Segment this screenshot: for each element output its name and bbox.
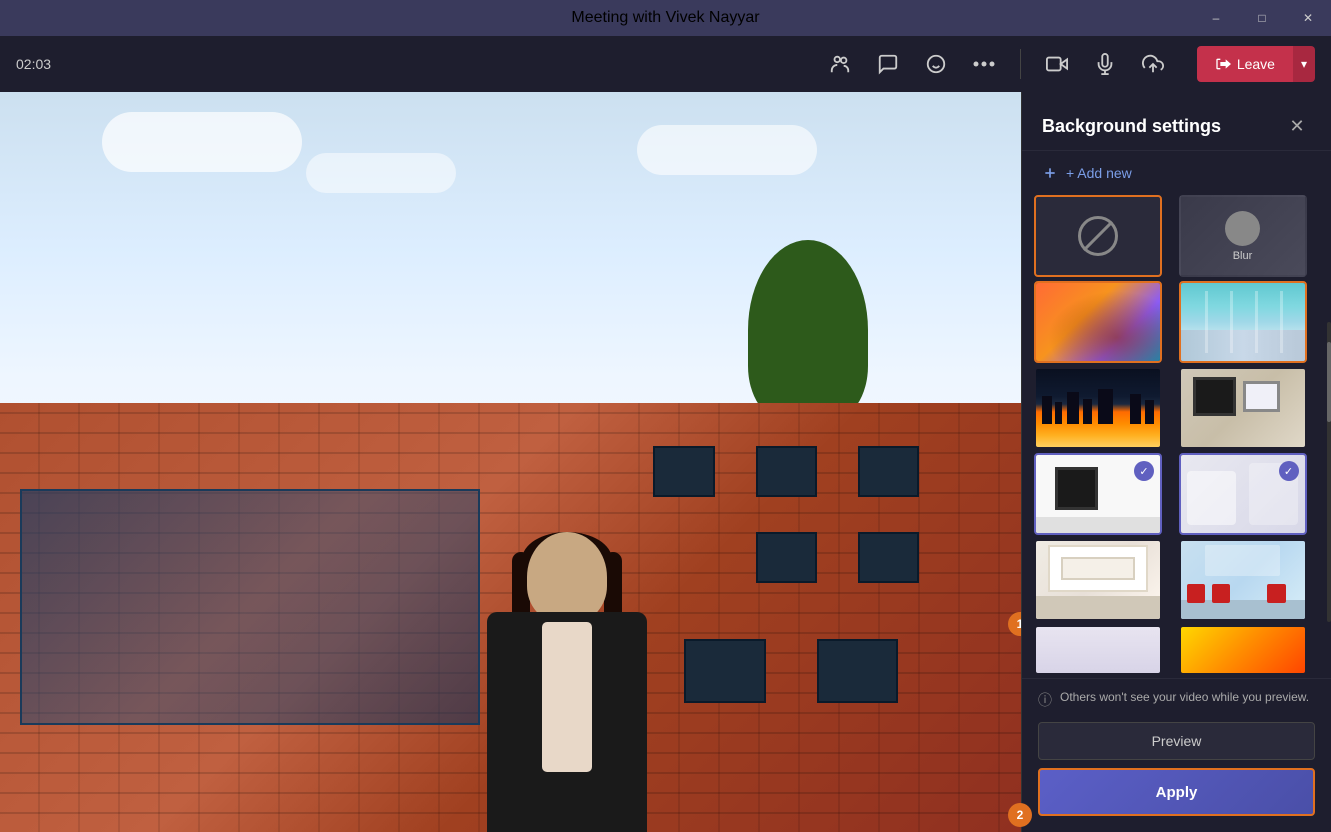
leave-button[interactable]: Leave [1197,46,1293,82]
leave-chevron-button[interactable]: ▾ [1293,46,1315,82]
building-window [756,446,817,498]
bg-thumb-white-minimalist[interactable]: ✓ [1034,453,1162,535]
titlebar: Meeting with Vivek Nayyar – □ ✕ [0,0,1331,36]
more-button[interactable] [964,44,1004,84]
share-button[interactable] [1133,44,1173,84]
background-settings-panel: Background settings ✕ + Add new Blur [1021,92,1331,832]
maximize-button[interactable]: □ [1239,0,1285,36]
titlebar-controls: – □ ✕ [1193,0,1331,36]
reactions-button[interactable] [916,44,956,84]
bg-thumb-white-room[interactable] [1179,367,1307,449]
panel-header: Background settings ✕ [1022,92,1331,151]
chat-button[interactable] [868,44,908,84]
info-text: Others won't see your video while you pr… [1060,689,1309,706]
add-new-button[interactable]: + Add new [1022,151,1331,195]
building-window [756,532,817,584]
scrollbar-thumb[interactable] [1327,342,1331,422]
building-glass-panel [20,489,479,725]
panel-title: Background settings [1042,116,1221,137]
add-new-label: + Add new [1066,165,1132,181]
info-icon: ⓘ [1038,690,1052,710]
bg-thumb-abstract-white[interactable]: ✓ [1179,453,1307,535]
blur-label: Blur [1233,250,1253,262]
blur-avatar [1225,211,1260,246]
bg-thumb-none[interactable] [1034,195,1162,277]
bg-thumb-office-hall[interactable] [1179,281,1307,363]
badge-2: 2 [1008,803,1032,827]
none-icon [1078,216,1118,256]
people-button[interactable] [820,44,860,84]
toolbar-divider [1020,49,1021,79]
background-grid: Blur [1022,195,1331,678]
minimize-button[interactable]: – [1193,0,1239,36]
person-body [487,532,647,832]
selected-check-overlay: ✓ [1279,461,1299,481]
bg-thumb-city[interactable] [1034,367,1162,449]
apply-button[interactable]: Apply [1038,768,1315,816]
panel-footer: ⓘ Others won't see your video while you … [1022,678,1331,832]
person-shirt [542,622,592,772]
bg-thumb-open-office[interactable] [1179,539,1307,621]
selected-check-overlay: ✓ [1134,461,1154,481]
mic-button[interactable] [1085,44,1125,84]
toolbar-center [66,44,1173,84]
info-row: ⓘ Others won't see your video while you … [1038,689,1315,710]
video-area: 1 [0,92,1021,832]
building-window [858,446,919,498]
close-button[interactable]: ✕ [1285,0,1331,36]
camera-button[interactable] [1037,44,1077,84]
main-content: 1 Background settings ✕ + Add new Blur [0,92,1331,832]
scrollbar-track[interactable] [1327,322,1331,622]
building-window [817,639,899,703]
bg-thumb-bedroom[interactable] [1034,539,1162,621]
call-timer: 02:03 [16,56,66,72]
bg-thumb-orange-gradient[interactable] [1179,625,1307,675]
cloud-decoration [102,112,302,172]
cloud-decoration [637,125,817,175]
preview-button[interactable]: Preview [1038,722,1315,760]
building-window [858,532,919,584]
bg-thumb-gradient1[interactable] [1034,281,1162,363]
person-video [427,332,707,832]
titlebar-title: Meeting with Vivek Nayyar [571,9,759,27]
cloud-decoration [306,153,456,193]
toolbar: 02:03 [0,36,1331,92]
person-head [527,532,607,622]
leave-button-wrapper: Leave ▾ [1197,46,1315,82]
panel-close-button[interactable]: ✕ [1283,112,1311,140]
person-jacket [487,612,647,832]
tree-canopy [748,240,868,420]
bg-thumb-blur[interactable]: Blur [1179,195,1307,277]
bg-thumb-partial1[interactable] [1034,625,1162,675]
